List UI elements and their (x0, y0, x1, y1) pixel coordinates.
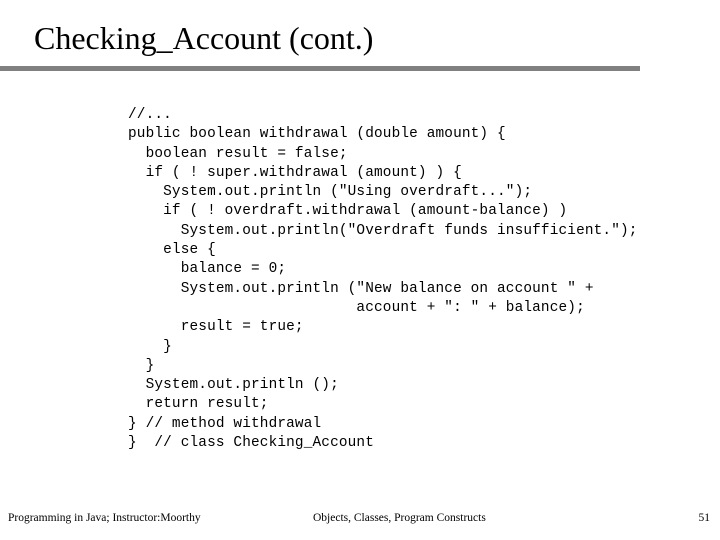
code-line: if ( ! overdraft.withdrawal (amount-bala… (128, 203, 568, 220)
code-line: balance = 0; (128, 261, 287, 278)
footer-topic-label: Objects, Classes, Program Constructs (313, 512, 486, 524)
title-block: Checking_Account (cont.) (0, 18, 720, 68)
code-line: account + ": " + balance); (128, 299, 585, 316)
code-line: System.out.println ("New balance on acco… (128, 280, 594, 297)
slide-canvas: Checking_Account (cont.) //... public boo… (0, 0, 720, 540)
code-line: else { (128, 242, 216, 259)
code-line: System.out.println ("Using overdraft..."… (128, 184, 533, 201)
code-line: } (128, 338, 172, 355)
footer-page-number: 51 (698, 512, 711, 524)
code-line: if ( ! super.withdrawal (amount) ) { (128, 164, 462, 181)
code-line: System.out.println (); (128, 377, 339, 394)
code-line: } // method withdrawal (128, 415, 322, 432)
code-line: result = true; (128, 319, 304, 336)
code-line: //... (128, 107, 172, 123)
code-line: System.out.println("Overdraft funds insu… (128, 222, 638, 239)
code-listing: //... public boolean withdrawal (double a… (128, 106, 720, 453)
slide-footer: Programming in Java; Instructor:Moorthy … (0, 510, 720, 532)
footer-course-label: Programming in Java; Instructor:Moorthy (8, 512, 201, 524)
code-line: } // class Checking_Account (128, 435, 375, 452)
code-line: return result; (128, 396, 269, 413)
page-title: Checking_Account (cont.) (34, 20, 374, 56)
code-line: boolean result = false; (128, 145, 348, 162)
title-divider-rule (0, 66, 640, 71)
code-line: public boolean withdrawal (double amount… (128, 126, 506, 143)
code-line: } (128, 357, 155, 374)
